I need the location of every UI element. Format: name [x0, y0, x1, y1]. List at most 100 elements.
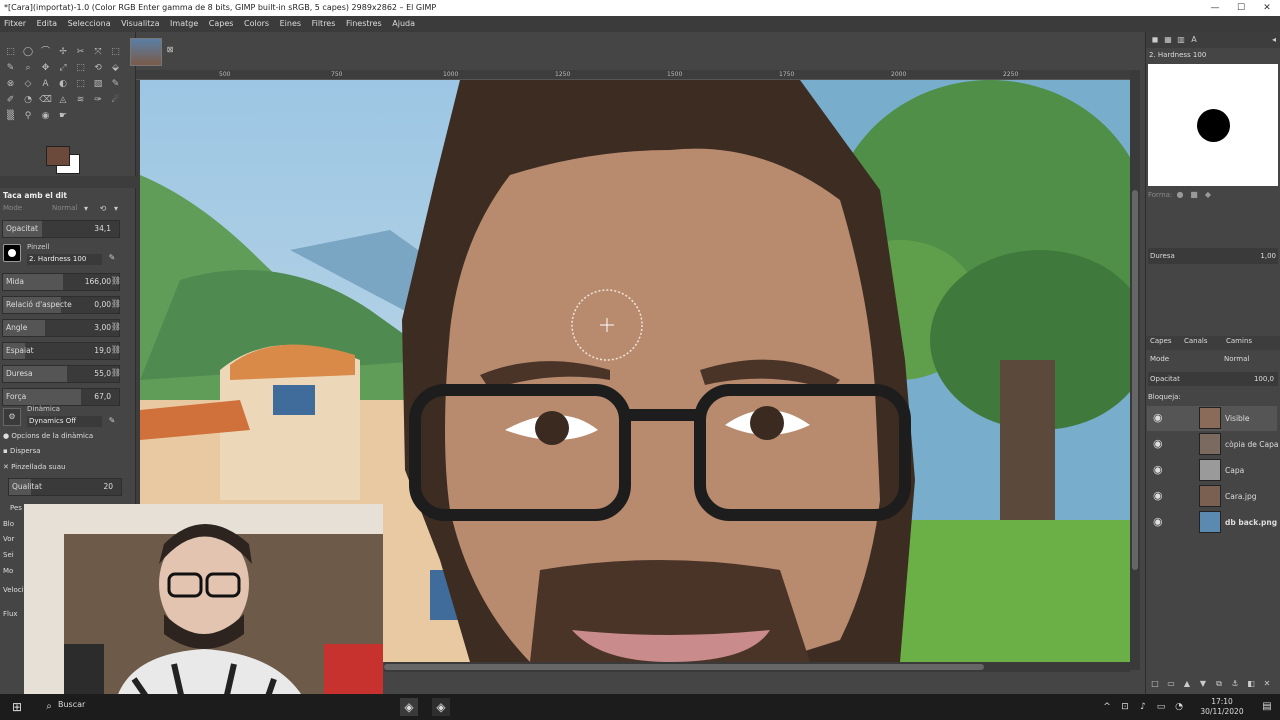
brush-icon[interactable]: ✐	[4, 94, 17, 107]
list-item[interactable]: ◉ db back.png	[1147, 510, 1277, 535]
list-item[interactable]: ◉ Cara.jpg	[1147, 484, 1277, 509]
dynamics-options-expander[interactable]: ● Opcions de la dinàmica	[3, 432, 93, 440]
chevron-up-icon[interactable]: ^	[1098, 698, 1116, 716]
diamond-shape-icon[interactable]: ◆	[1202, 189, 1214, 201]
text-icon[interactable]: A	[39, 78, 52, 91]
pattern-tab-icon[interactable]: ▦	[1162, 34, 1174, 46]
rect-select-icon[interactable]: ⬚	[4, 46, 17, 59]
hardness-slider[interactable]: Duresa 55,0	[2, 365, 120, 383]
color-picker-icon[interactable]: ☛	[57, 110, 70, 123]
smudge-icon[interactable]: ☄	[109, 94, 122, 107]
clone-icon[interactable]: ✑	[92, 94, 105, 107]
new-layer-icon[interactable]: □	[1149, 678, 1161, 690]
menu-select[interactable]: Selecciona	[64, 16, 115, 32]
edit-icon[interactable]: ✎	[106, 252, 118, 264]
pencil-icon[interactable]: ✎	[109, 78, 122, 91]
lower-icon[interactable]: ▼	[1197, 678, 1209, 690]
anchor-icon[interactable]: ⚓	[1229, 678, 1241, 690]
battery-icon[interactable]: ▭	[1152, 698, 1170, 716]
fuzzy-select-icon[interactable]: ✢	[57, 46, 70, 59]
align-icon[interactable]: ⬚	[74, 62, 87, 75]
panel-menu-icon[interactable]: ◂	[1268, 34, 1280, 46]
rect-icon[interactable]: ⬚	[109, 46, 122, 59]
list-item[interactable]: ◉ Capa	[1147, 458, 1277, 483]
menu-layers[interactable]: Capes	[205, 16, 238, 32]
heal-icon[interactable]: ≋	[74, 94, 87, 107]
edit-icon[interactable]: ✎	[106, 415, 118, 427]
scissors-icon[interactable]: ✂	[74, 46, 87, 59]
flip-icon[interactable]: ⬙	[109, 62, 122, 75]
tab-paths[interactable]: Camins	[1226, 337, 1252, 345]
duplicate-icon[interactable]: ⧉	[1213, 678, 1225, 690]
eye-icon[interactable]: ◉	[1153, 463, 1163, 476]
zoom-icon[interactable]: ⌕	[22, 62, 35, 75]
horizontal-scroll-thumb[interactable]	[384, 664, 984, 670]
link-icon[interactable]: ⛓	[110, 298, 122, 310]
gimp-window-icon[interactable]: ◈	[432, 698, 450, 716]
list-item[interactable]: ◉ còpia de Capa	[1147, 432, 1279, 457]
ellipse-select-icon[interactable]: ◯	[22, 46, 35, 59]
menu-filters[interactable]: Filtres	[308, 16, 340, 32]
horizontal-scrollbar[interactable]	[384, 662, 1130, 672]
blend-icon[interactable]: ⬚	[74, 78, 87, 91]
link-icon[interactable]: ⛓	[110, 321, 122, 333]
lasso-icon[interactable]: ⌒	[39, 46, 52, 59]
layer-opacity-slider[interactable]: Opacitat 100,0	[1148, 372, 1278, 386]
menu-tools[interactable]: Eines	[276, 16, 305, 32]
vertical-scrollbar[interactable]	[1130, 70, 1140, 670]
opacity-slider[interactable]: Opacitat 34,1	[2, 220, 120, 238]
rotate-icon[interactable]: ⟲	[92, 62, 105, 75]
spacing-slider[interactable]: Espaiat 19,0	[2, 342, 120, 360]
eye-icon[interactable]: ◉	[1153, 437, 1163, 450]
raise-icon[interactable]: ▲	[1181, 678, 1193, 690]
volume-icon[interactable]: ♪	[1134, 698, 1152, 716]
menu-view[interactable]: Visualitza	[117, 16, 163, 32]
menu-windows[interactable]: Finestres	[342, 16, 386, 32]
smooth-stroke-checkbox[interactable]: ✕ Pinzellada suau	[3, 463, 65, 471]
mask-icon[interactable]: ◧	[1245, 678, 1257, 690]
cage-icon[interactable]: ◇	[22, 78, 35, 91]
vertical-scroll-thumb[interactable]	[1132, 190, 1138, 570]
link-icon[interactable]: ⛓	[110, 367, 122, 379]
dynamics-value[interactable]: Dynamics Off	[27, 416, 102, 427]
eye-icon[interactable]: ◉	[1153, 515, 1163, 528]
menu-edit[interactable]: Edita	[33, 16, 61, 32]
ink-icon[interactable]: ◬	[57, 94, 70, 107]
dodge-icon[interactable]: ⚲	[22, 110, 35, 123]
network-icon[interactable]: ⊡	[1116, 698, 1134, 716]
dynamics-icon[interactable]: ⚙	[3, 408, 21, 426]
aspect-slider[interactable]: Relació d'aspecte 0,00	[2, 296, 120, 314]
eye-icon[interactable]: ◉	[1153, 489, 1163, 502]
crop-icon[interactable]: ⤧	[92, 46, 105, 59]
close-button[interactable]: ✕	[1254, 0, 1280, 16]
duresa-slider[interactable]: Duresa 1,00	[1148, 248, 1278, 264]
windows-start-icon[interactable]: ⊞	[8, 698, 26, 716]
warp-icon[interactable]: ⊗	[4, 78, 17, 91]
square-shape-icon[interactable]: ■	[1188, 189, 1200, 201]
brush-tab-icon[interactable]: ◼	[1149, 34, 1161, 46]
tab-channels[interactable]: Canals	[1184, 337, 1208, 345]
font-tab-icon[interactable]: A	[1188, 34, 1200, 46]
tab-layers[interactable]: Capes	[1150, 337, 1172, 345]
menu-help[interactable]: Ajuda	[388, 16, 419, 32]
maximize-button[interactable]: ☐	[1228, 0, 1254, 16]
paths-icon[interactable]: ✎	[4, 62, 17, 75]
menu-file[interactable]: Fitxer	[0, 16, 30, 32]
airbrush-icon[interactable]: ◔	[22, 94, 35, 107]
size-slider[interactable]: Mida 166,00	[2, 273, 120, 291]
search-input[interactable]: Buscar	[58, 700, 85, 709]
layer-mode-select[interactable]: Normal	[1224, 355, 1249, 363]
gradient-tab-icon[interactable]: ▥	[1175, 34, 1187, 46]
clock[interactable]: 17:10 30/11/2020	[1195, 697, 1249, 717]
link-icon[interactable]: ⛓	[110, 344, 122, 356]
eye-icon[interactable]: ◉	[1153, 411, 1163, 424]
menu-image[interactable]: Imatge	[166, 16, 202, 32]
blur-icon[interactable]: ▒	[4, 110, 17, 123]
list-item[interactable]: ◉ Visible	[1147, 406, 1277, 431]
measure-icon[interactable]: ◉	[39, 110, 52, 123]
close-tab-icon[interactable]: ⊠	[164, 44, 176, 56]
bucket-icon[interactable]: ◐	[57, 78, 70, 91]
angle-slider[interactable]: Angle 3,00	[2, 319, 120, 337]
image-tab-thumbnail[interactable]	[130, 38, 162, 66]
resize-icon[interactable]: ⤢	[57, 62, 70, 75]
